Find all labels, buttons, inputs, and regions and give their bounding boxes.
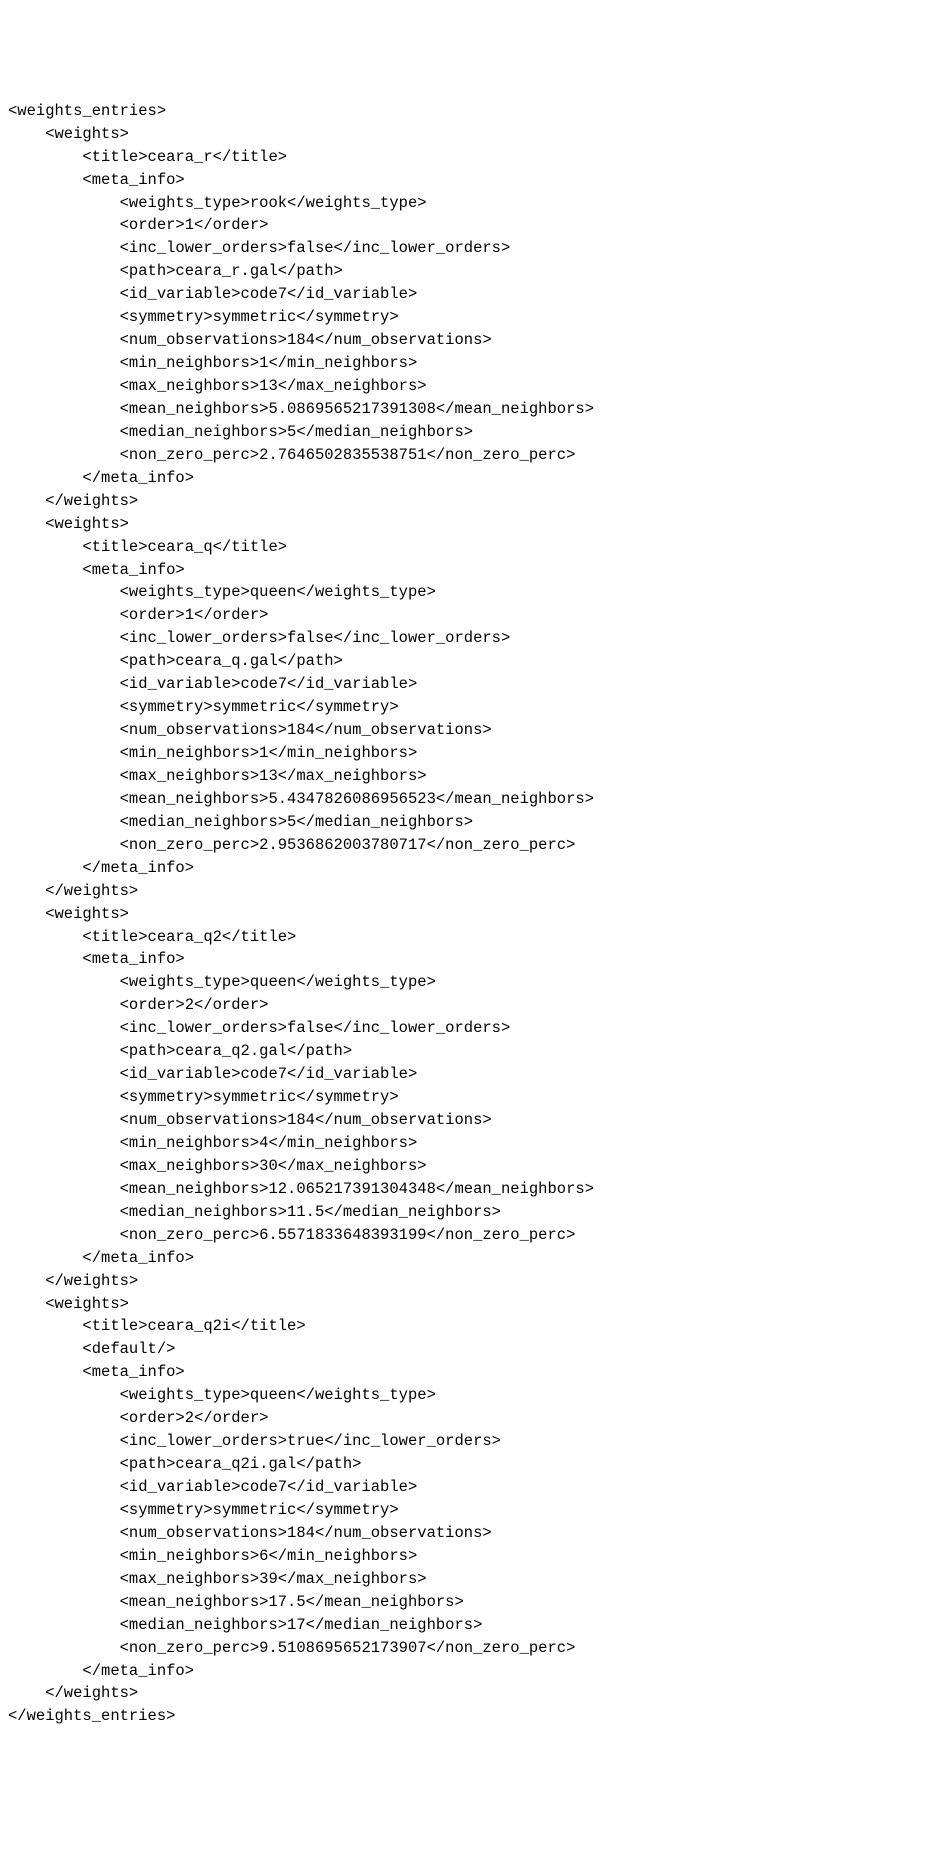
xml-document: <weights_entries> <weights> <title>ceara…	[8, 100, 932, 1729]
